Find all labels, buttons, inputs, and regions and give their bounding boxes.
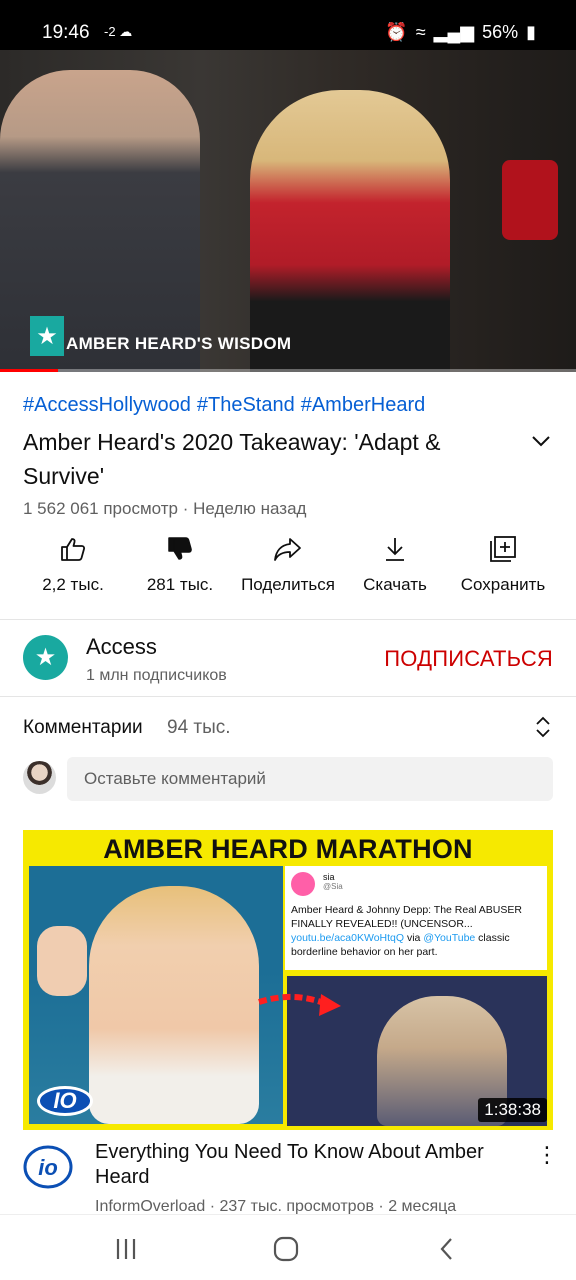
share-icon [274, 538, 301, 561]
recent-apps-icon[interactable] [111, 1234, 141, 1264]
video-duration: 1:38:38 [478, 1098, 547, 1122]
tweet-via-account: @YouTube [423, 932, 476, 944]
save-label: Сохранить [460, 575, 546, 594]
thumbnail-fist [37, 926, 87, 996]
signal-icon: ▂▄▆ [433, 22, 475, 42]
video-caption: AMBER HEARD'S WISDOM [66, 334, 292, 353]
tweet-body: Amber Heard & Johnny Depp: The Real ABUS… [291, 903, 541, 959]
status-bar: 19:46 -2 ☁ ⏰ ≈ ▂▄▆ 56% ▮ [0, 0, 576, 50]
hashtag-link[interactable]: #AccessHollywood [23, 394, 191, 417]
download-label: Скачать [363, 575, 427, 594]
like-button[interactable]: 2,2 тыс. [13, 535, 133, 595]
video-player[interactable]: ★ AMBER HEARD'S WISDOM [0, 50, 576, 372]
hashtag-link[interactable]: #AmberHeard [301, 394, 426, 417]
subscribe-button[interactable]: ПОДПИСАТЬСЯ [384, 646, 553, 672]
save-to-playlist-icon [490, 536, 516, 562]
red-arrow-icon [258, 993, 341, 1016]
video-title[interactable]: Amber Heard's 2020 Takeaway: 'Adapt & Su… [23, 425, 493, 493]
tweet-text: Amber Heard & Johnny Depp: The Real ABUS… [291, 904, 522, 930]
channel-name[interactable]: Access [86, 634, 157, 660]
thumbnail-face [89, 886, 259, 1124]
tweet-handle: @Sia [323, 882, 343, 891]
expand-sort-icon[interactable] [534, 715, 552, 739]
dislike-count: 281 тыс. [146, 575, 214, 594]
chevron-down-icon[interactable] [530, 430, 552, 452]
battery-level: 56% [482, 22, 519, 42]
informoverload-channel-icon[interactable]: io [23, 1144, 73, 1190]
video-meta: 1 562 061 просмотр · Неделю назад [23, 499, 307, 518]
comments-section[interactable]: Комментарии 94 тыс. Оставьте комментарий [0, 697, 576, 819]
save-button[interactable]: Сохранить [443, 535, 563, 595]
status-temperature-value: -2 [104, 24, 116, 39]
video-car-light [502, 160, 558, 240]
thumbs-down-icon [168, 537, 192, 560]
back-icon[interactable] [432, 1234, 462, 1264]
next-video-meta: InformOverload · 237 тыс. просмотров · 2… [95, 1198, 457, 1214]
io-logo-icon: IO [37, 1086, 93, 1116]
weather-icon: ☁ [119, 24, 133, 39]
tweet-link: youtu.be/aca0KWoHtqQ [291, 932, 405, 944]
thumbnail-tweet: sia @Sia Amber Heard & Johnny Depp: The … [285, 866, 547, 970]
comments-count: 94 тыс. [167, 717, 231, 738]
user-avatar [23, 761, 56, 794]
status-time: 19:46 [42, 22, 90, 43]
tweet-user: sia [323, 872, 335, 882]
download-button[interactable]: Скачать [335, 535, 455, 595]
like-count: 2,2 тыс. [42, 575, 104, 594]
status-temperature: -2 ☁ [104, 24, 132, 40]
progress-bar[interactable] [0, 369, 576, 372]
hashtag-link[interactable]: #TheStand [197, 394, 295, 417]
battery-icon: ▮ [526, 22, 536, 42]
next-video-info[interactable]: io Everything You Need To Know About Amb… [0, 1130, 576, 1214]
channel-subscribers: 1 млн подписчиков [86, 667, 227, 684]
status-right: ⏰ ≈ ▂▄▆ 56% ▮ [385, 22, 536, 43]
thumbnail-left-panel: IO [29, 866, 283, 1124]
video-figure-woman [250, 90, 450, 372]
thumbnail-banner: AMBER HEARD MARATHON [103, 834, 473, 864]
alarm-icon: ⏰ [385, 22, 408, 42]
svg-text:io: io [38, 1155, 58, 1180]
next-video-thumbnail[interactable]: AMBER HEARD MARATHON IO sia @Sia Amber H… [23, 830, 553, 1130]
access-logo-icon: ★ [30, 316, 64, 356]
more-options-icon[interactable]: ⋮ [536, 1142, 558, 1168]
home-icon[interactable] [271, 1234, 301, 1264]
hashtags: #AccessHollywood #TheStand #AmberHeard [23, 394, 425, 417]
wifi-icon: ≈ [415, 22, 426, 42]
next-video-title[interactable]: Everything You Need To Know About Amber … [95, 1140, 525, 1190]
thumbs-up-icon [61, 538, 86, 561]
download-icon [386, 538, 404, 561]
comment-input[interactable]: Оставьте комментарий [67, 757, 553, 801]
system-nav-bar [0, 1214, 576, 1280]
channel-avatar[interactable]: ★ [23, 635, 68, 680]
dislike-button[interactable]: 281 тыс. [120, 535, 240, 595]
tweet-via: via [406, 932, 421, 944]
share-button[interactable]: Поделиться [228, 535, 348, 595]
progress-fill [0, 369, 58, 372]
action-row: 2,2 тыс. 281 тыс. Поделиться Скачать Сох… [0, 535, 576, 605]
share-label: Поделиться [241, 575, 335, 594]
tweet-avatar [291, 872, 315, 896]
channel-row[interactable]: ★ Access 1 млн подписчиков ПОДПИСАТЬСЯ [0, 620, 576, 696]
comments-heading: Комментарии [23, 717, 143, 738]
